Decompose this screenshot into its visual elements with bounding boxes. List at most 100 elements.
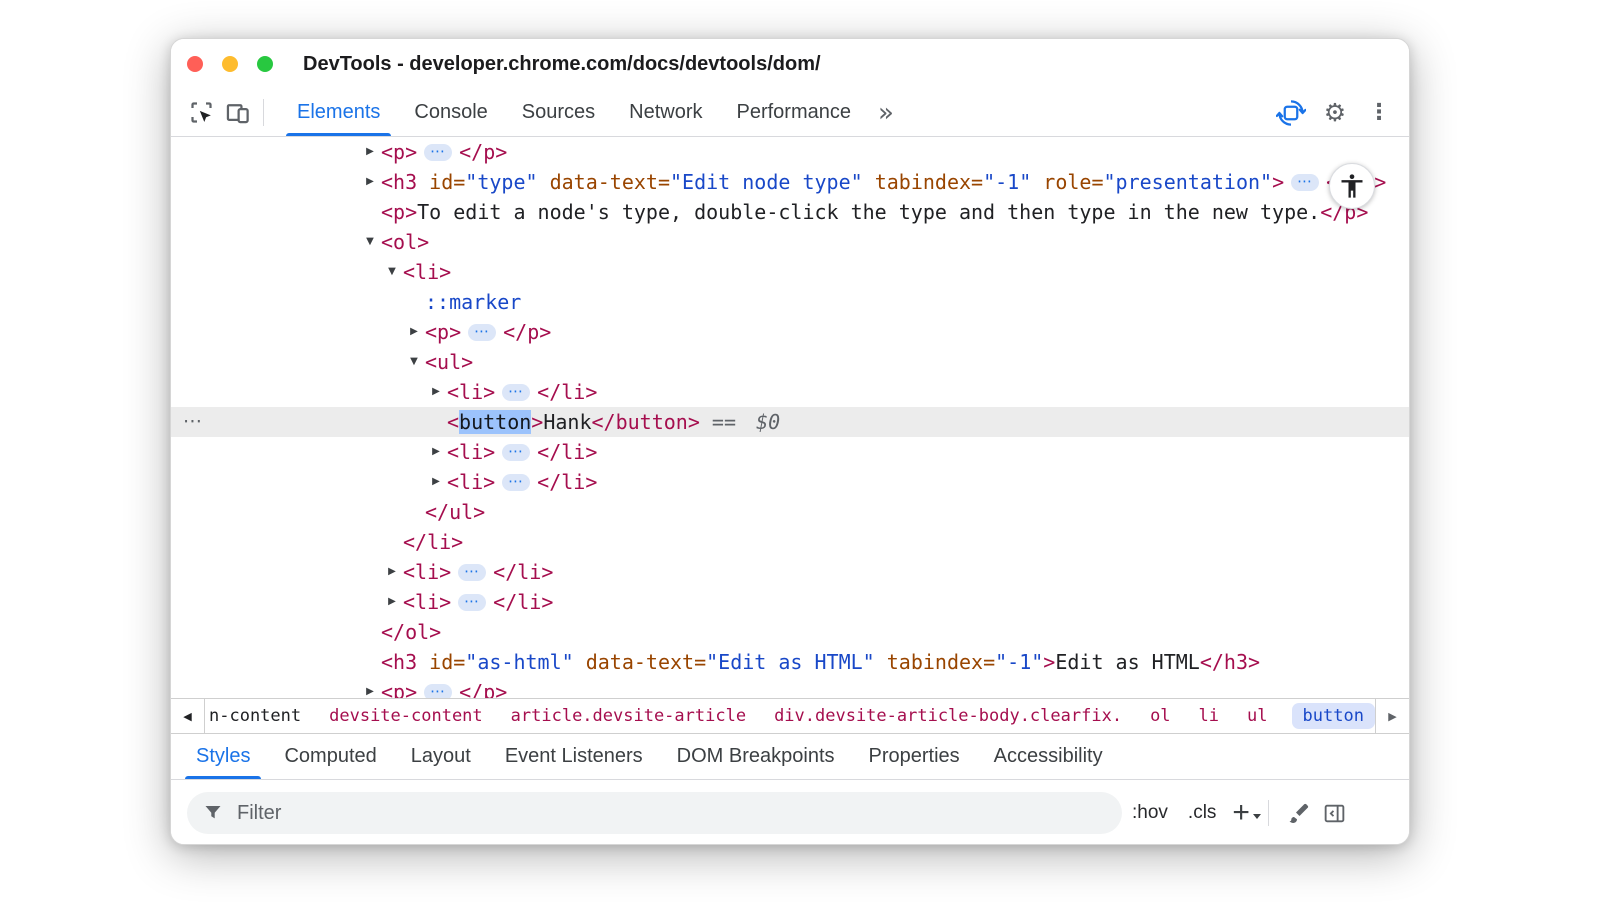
inline-expand-button[interactable]: ⋯ [424,684,452,698]
dom-tree-row[interactable]: ▶<p>⋯</p> [171,137,1409,167]
attribute-value: "-1" [995,650,1043,674]
inline-expand-button[interactable]: ⋯ [458,594,486,611]
tab-elements[interactable]: Elements [280,89,397,136]
expand-arrow-icon[interactable]: ▶ [427,467,445,497]
dom-tree-row[interactable]: ▶<li>⋯</li> [171,377,1409,407]
dom-tree-row[interactable]: ▶<p>⋯</p> [171,317,1409,347]
dom-token-tag: </li> [537,470,597,494]
inline-expand-button[interactable]: ⋯ [458,564,486,581]
dom-token-tag: </button> [592,410,700,434]
expand-arrow-icon[interactable]: ▶ [427,377,445,407]
dom-token-eq: == [700,410,748,434]
collapse-arrow-icon[interactable]: ▼ [405,347,423,377]
sidebar-tab-computed[interactable]: Computed [267,734,393,779]
tab-console[interactable]: Console [397,89,504,136]
devtools-window: DevTools - developer.chrome.com/docs/dev… [170,38,1410,845]
dom-tree-row[interactable]: ▶<li>⋯</li> [171,587,1409,617]
expand-arrow-icon[interactable]: ▶ [427,437,445,467]
dom-token-tx: To edit a node's type, double-click the … [417,200,1320,224]
dom-token-tag: </li> [403,530,463,554]
inline-expand-button[interactable]: ⋯ [502,474,530,491]
dom-tree-row[interactable]: </ul> [171,497,1409,527]
rotate-arrows-icon[interactable] [1273,98,1309,128]
filter-input[interactable] [235,801,1114,826]
rendering-brush-icon[interactable] [1281,795,1317,831]
minimize-button[interactable] [222,56,238,72]
zoom-button[interactable] [257,56,273,72]
toggle-class-button[interactable]: .cls [1178,802,1227,824]
dom-tree-row[interactable]: ▶<h3 id="type" data-text="Edit node type… [171,167,1409,197]
dom-token-tag: <ul> [425,350,473,374]
expand-arrow-icon[interactable]: ▶ [383,587,401,617]
dom-tree-row[interactable]: ▶<li>⋯</li> [171,557,1409,587]
settings-gear-icon[interactable]: ⚙ [1317,98,1353,127]
inspect-element-icon[interactable] [183,89,219,136]
new-style-rule-button[interactable]: + [1226,798,1256,828]
breadcrumb-item-ol[interactable]: ol [1150,706,1170,726]
sidebar-tab-accessibility[interactable]: Accessibility [977,734,1120,779]
sidebar-tab-properties[interactable]: Properties [852,734,977,779]
collapse-arrow-icon[interactable]: ▼ [383,257,401,287]
collapse-arrow-icon[interactable]: ▼ [361,227,379,257]
device-toolbar-icon[interactable] [219,89,255,136]
inline-expand-button[interactable]: ⋯ [1291,174,1319,191]
breadcrumb-item-devsite-content[interactable]: devsite-content [329,706,483,726]
dom-token-tag: </p> [503,320,551,344]
dom-token-tag: <ol> [381,230,429,254]
window-title: DevTools - developer.chrome.com/docs/dev… [303,53,821,76]
expand-arrow-icon[interactable]: ▶ [361,167,379,197]
dom-tree-row-selected[interactable]: ⋯<button>Hank</button> == $0 [171,407,1409,437]
dom-tree-row[interactable]: ▶<p>⋯</p> [171,677,1409,698]
dom-tree-row[interactable]: </ol> [171,617,1409,647]
inline-expand-button[interactable]: ⋯ [502,444,530,461]
dom-token-tag: </li> [537,380,597,404]
expand-arrow-icon[interactable]: ▶ [361,677,379,698]
toggle-hover-state-button[interactable]: :hov [1122,802,1178,824]
attribute-value: "type" [465,170,537,194]
breadcrumb-item-article-devsite-article[interactable]: article.devsite-article [511,706,746,726]
sidebar-tab-styles[interactable]: Styles [179,734,267,779]
accessibility-cursor-icon [1329,163,1375,209]
dom-token-tag: < [447,410,459,434]
sidebar-tab-event-listeners[interactable]: Event Listeners [488,734,660,779]
attribute-name: role= [1031,170,1103,194]
breadcrumb-item-n-content[interactable]: n-content [209,706,301,726]
breadcrumb-item-li[interactable]: li [1199,706,1219,726]
kebab-menu-icon[interactable]: ⋮ [1361,100,1397,125]
dom-tree-row[interactable]: <h3 id="as-html" data-text="Edit as HTML… [171,647,1409,677]
filter-field[interactable] [187,792,1122,834]
dom-tree-row[interactable]: <p>To edit a node's type, double-click t… [171,197,1409,227]
sidebar-tab-layout[interactable]: Layout [394,734,488,779]
dom-token-tag: <li> [403,260,451,284]
expand-arrow-icon[interactable]: ▶ [405,317,423,347]
row-overflow-icon[interactable]: ⋯ [183,407,202,435]
breadcrumb-item-div-devsite-article-body-clearfix-[interactable]: div.devsite-article-body.clearfix. [774,706,1122,726]
breadcrumb-bar: ◀ n-content devsite-content article.devsit… [171,698,1409,734]
dom-tree-row[interactable]: ▶<li>⋯</li> [171,467,1409,497]
close-button[interactable] [187,56,203,72]
breadcrumb-scroll-right-icon[interactable]: ▶ [1375,699,1409,733]
dom-tree-row[interactable]: ▼<ul> [171,347,1409,377]
dom-tree-row[interactable]: ▼<li> [171,257,1409,287]
attribute-name: id= [417,170,465,194]
dom-tree-row[interactable]: ▼<ol> [171,227,1409,257]
tab-network[interactable]: Network [612,89,719,136]
breadcrumb-item-ul[interactable]: ul [1247,706,1267,726]
toolbar: ElementsConsoleSourcesNetworkPerformance… [171,89,1409,137]
more-tabs-button[interactable]: » [868,89,904,136]
sidebar-tab-dom-breakpoints[interactable]: DOM Breakpoints [660,734,852,779]
inline-expand-button[interactable]: ⋯ [502,384,530,401]
inline-expand-button[interactable]: ⋯ [424,144,452,161]
dom-tree-row[interactable]: </li> [171,527,1409,557]
expand-arrow-icon[interactable]: ▶ [383,557,401,587]
tab-performance[interactable]: Performance [720,89,869,136]
inline-expand-button[interactable]: ⋯ [468,324,496,341]
toggle-sidebar-icon[interactable] [1317,795,1353,831]
dom-tree-row[interactable]: ▶<li>⋯</li> [171,437,1409,467]
dom-tree-row[interactable]: ::marker [171,287,1409,317]
tab-sources[interactable]: Sources [505,89,612,136]
expand-arrow-icon[interactable]: ▶ [361,137,379,167]
attribute-name: id= [417,650,465,674]
breadcrumb-scroll-left-icon[interactable]: ◀ [171,699,205,733]
breadcrumb-item-button[interactable]: button [1292,703,1375,729]
